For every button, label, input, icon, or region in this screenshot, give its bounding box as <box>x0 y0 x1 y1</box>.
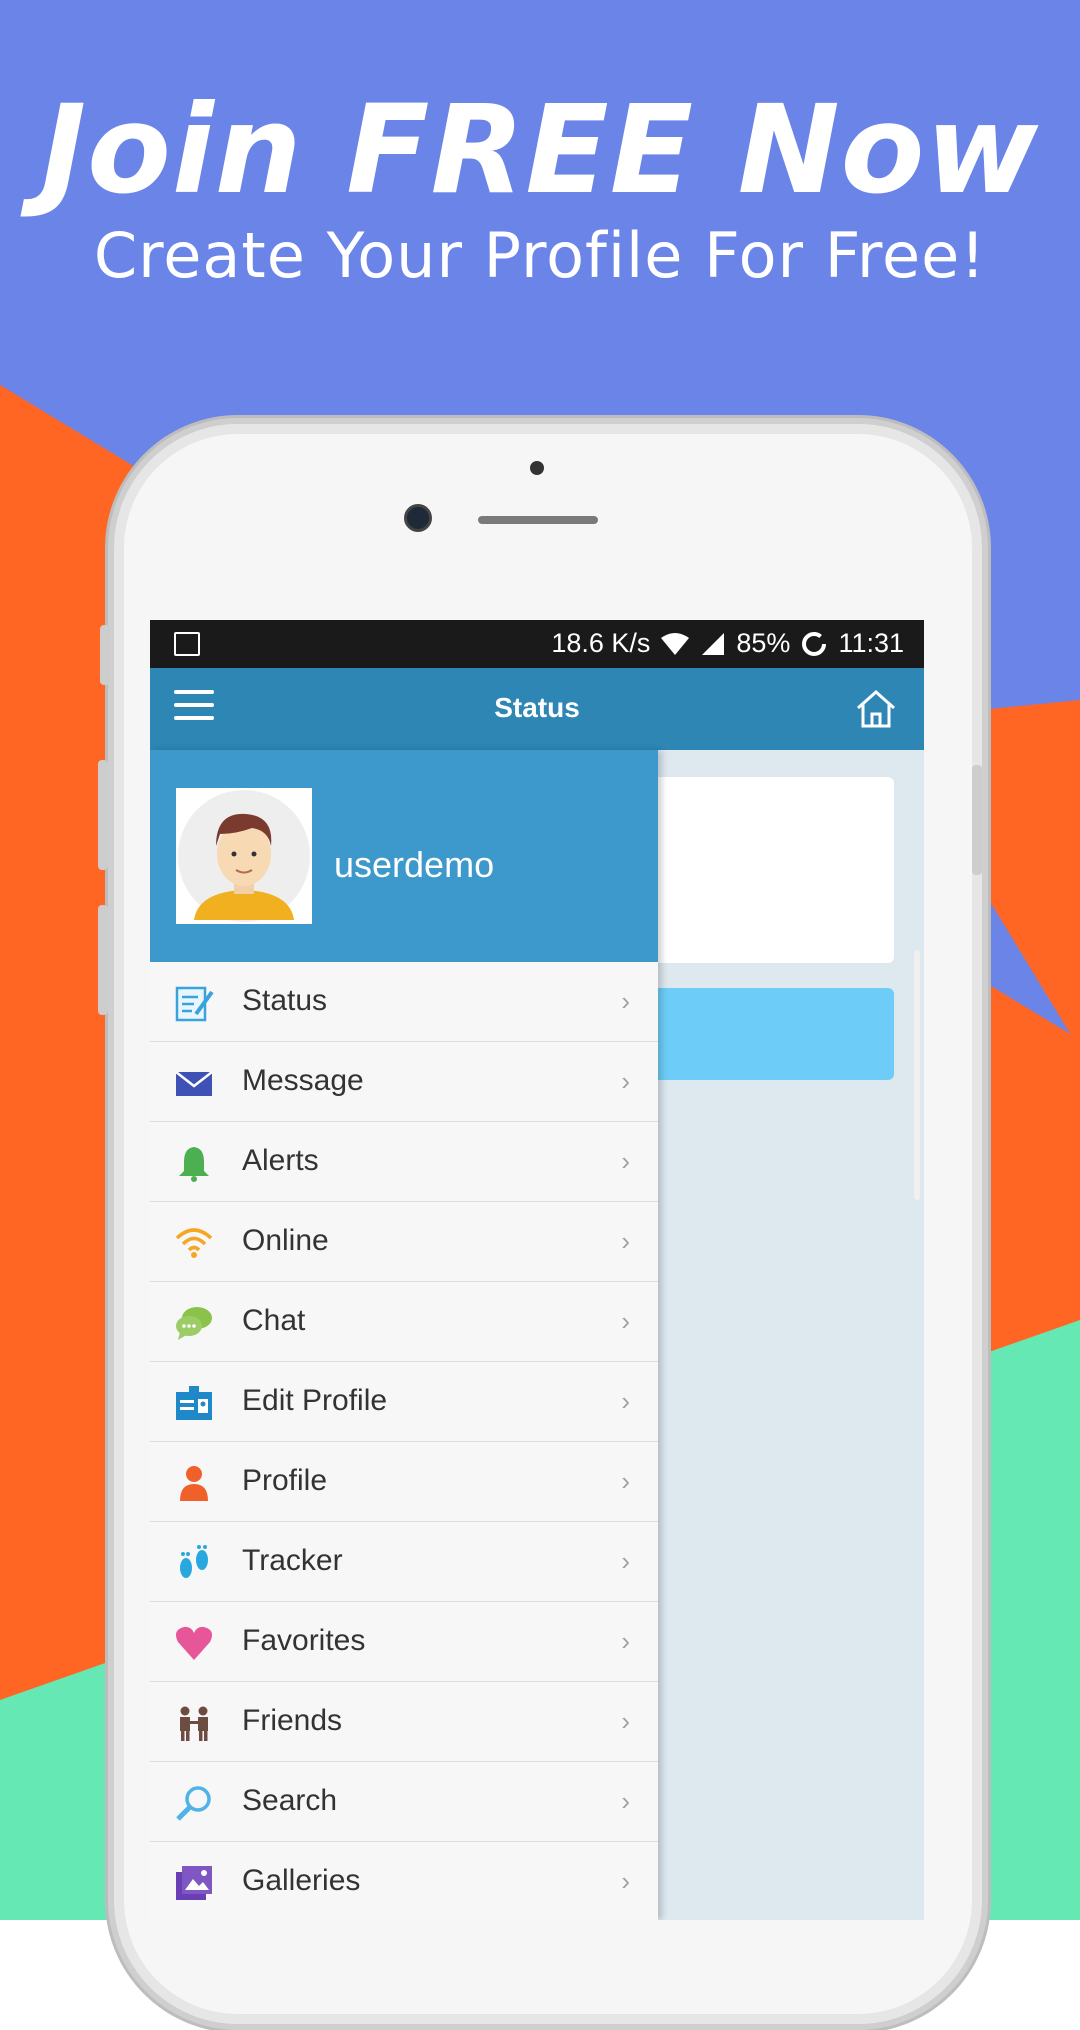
drawer-header: userdemo <box>150 750 658 962</box>
drawer-item-profile[interactable]: Profile › <box>150 1442 658 1522</box>
chevron-right-icon: › <box>621 1386 630 1416</box>
drawer-item-label: Profile <box>242 1464 328 1497</box>
drawer-item-label: Status <box>242 984 328 1017</box>
heart-icon <box>176 1626 212 1660</box>
drawer-item-chat[interactable]: Chat › <box>150 1282 658 1362</box>
drawer-item-message[interactable]: Message › <box>150 1042 658 1122</box>
promo-headline-block: Join FREE Now Create Your Profile For Fr… <box>0 80 1080 296</box>
phone-volume-down <box>98 905 108 1015</box>
status-text-area[interactable] <box>620 777 894 963</box>
wifi-icon <box>175 1228 213 1258</box>
battery-percent: 85% <box>736 628 791 658</box>
image-icon <box>174 632 200 656</box>
phone-front-camera <box>404 504 432 532</box>
drawer-item-label: Friends <box>242 1704 343 1737</box>
drawer-item-label: Online <box>242 1224 329 1257</box>
avatar[interactable] <box>176 788 312 924</box>
drawer-item-label: Message <box>242 1064 364 1097</box>
app-bar-title: Status <box>494 692 580 723</box>
drawer-username: userdemo <box>334 844 495 885</box>
chevron-right-icon: › <box>621 1066 630 1096</box>
app-bar: Status <box>150 668 924 750</box>
network-speed: 18.6 K/s <box>551 628 651 658</box>
footprints-icon <box>180 1545 208 1578</box>
phone-screen: 18.6 K/s 85% 11:31 Status userdemo Statu… <box>150 620 924 1920</box>
drawer-item-label: Alerts <box>242 1144 319 1177</box>
drawer-item-status[interactable]: Status › <box>150 962 658 1042</box>
chevron-right-icon: › <box>621 1546 630 1576</box>
drawer-item-label: Search <box>242 1784 338 1817</box>
drawer-menu: Status › Message › Alerts › Online › Cha… <box>150 962 658 1920</box>
drawer-item-edit-profile[interactable]: Edit Profile › <box>150 1362 658 1442</box>
navigation-drawer: userdemo Status › Message › Alerts › Onl… <box>150 750 658 1920</box>
scrollbar[interactable] <box>914 950 920 1200</box>
drawer-item-label: Tracker <box>242 1544 343 1577</box>
chevron-right-icon: › <box>621 1306 630 1336</box>
home-icon[interactable] <box>854 686 898 730</box>
drawer-item-favorites[interactable]: Favorites › <box>150 1602 658 1682</box>
friends-icon <box>180 1706 208 1741</box>
envelope-icon <box>175 1071 213 1096</box>
magnifier-icon <box>176 1786 211 1821</box>
phone-mute-switch <box>100 625 110 685</box>
id-card-icon <box>176 1386 212 1420</box>
battery-ring-icon <box>802 631 827 656</box>
chevron-right-icon: › <box>621 1786 630 1816</box>
promo-headline: Join FREE Now <box>40 79 1040 221</box>
drawer-item-label: Chat <box>242 1304 306 1337</box>
chevron-right-icon: › <box>621 1466 630 1496</box>
drawer-item-online[interactable]: Online › <box>150 1202 658 1282</box>
drawer-item-galleries[interactable]: Galleries › <box>150 1842 658 1920</box>
drawer-item-friends[interactable]: Friends › <box>150 1682 658 1762</box>
status-bar: 18.6 K/s 85% 11:31 <box>150 620 924 668</box>
phone-earpiece <box>478 516 598 524</box>
promo-subheadline: Create Your Profile For Free! <box>93 219 987 292</box>
drawer-item-tracker[interactable]: Tracker › <box>150 1522 658 1602</box>
bell-icon <box>179 1147 209 1182</box>
status-edit-icon <box>175 986 214 1022</box>
person-icon <box>180 1466 208 1501</box>
chevron-right-icon: › <box>621 1226 630 1256</box>
clock: 11:31 <box>838 628 904 658</box>
drawer-item-alerts[interactable]: Alerts › <box>150 1122 658 1202</box>
chat-bubbles-icon <box>176 1307 212 1340</box>
chevron-right-icon: › <box>621 1706 630 1736</box>
wifi-icon <box>661 632 690 655</box>
post-status-button[interactable] <box>620 988 894 1080</box>
chevron-right-icon: › <box>621 1866 630 1896</box>
drawer-item-label: Favorites <box>242 1624 366 1657</box>
gallery-icon <box>176 1866 212 1900</box>
drawer-item-label: Edit Profile <box>242 1384 388 1417</box>
drawer-item-label: Galleries <box>242 1864 361 1897</box>
phone-power-button <box>972 765 982 875</box>
phone-volume-up <box>98 760 108 870</box>
drawer-item-search[interactable]: Search › <box>150 1762 658 1842</box>
status-bar-right: 18.6 K/s 85% 11:31 <box>551 628 904 659</box>
chevron-right-icon: › <box>621 1146 630 1176</box>
chevron-right-icon: › <box>621 1626 630 1656</box>
signal-icon <box>702 632 725 655</box>
phone-sensor <box>530 461 544 475</box>
chevron-right-icon: › <box>621 986 630 1016</box>
